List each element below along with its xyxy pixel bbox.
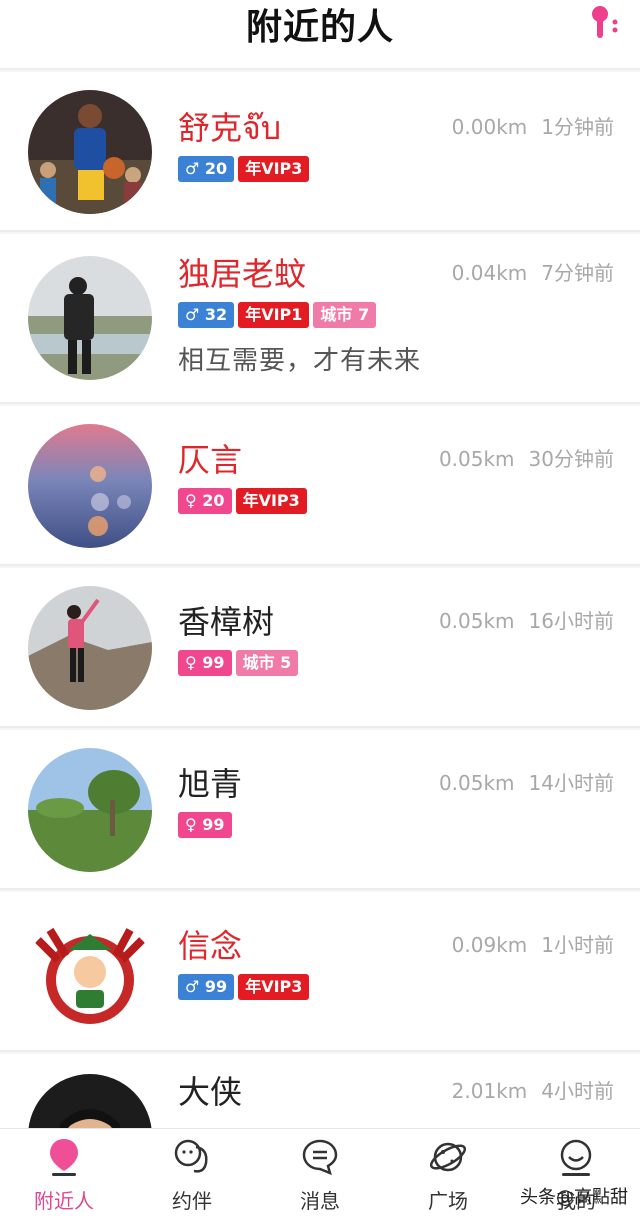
tab-messages[interactable]: 消息 [256, 1129, 384, 1218]
last-active: 16小时前 [528, 609, 614, 633]
user-signature: 相互需要，才有未来 [178, 346, 422, 376]
tab-label: 附近人 [34, 1189, 94, 1213]
distance-time: 0.09km 1小时前 [452, 932, 614, 958]
tab-nearby[interactable]: 附近人 [0, 1129, 128, 1218]
location-pin-icon [50, 1139, 78, 1176]
distance: 0.05km [438, 771, 515, 795]
tab-label: 约伴 [172, 1189, 212, 1213]
avatar[interactable] [28, 424, 152, 548]
tab-label: 消息 [300, 1189, 340, 1213]
tab-plaza[interactable]: 广场 [384, 1129, 512, 1218]
last-active: 30分钟前 [528, 447, 614, 471]
planet-icon [429, 1142, 467, 1172]
user-row[interactable]: 仄言 0.05km 30分钟前 ♀ 20 年VIP3 [0, 406, 640, 566]
vip-badge: 年VIP3 [238, 156, 310, 182]
companions-icon [174, 1139, 208, 1173]
user-row[interactable]: 香樟树 0.05km 16小时前 ♀ 99 城市 5 [0, 568, 640, 728]
avatar[interactable] [28, 748, 152, 872]
last-active: 1分钟前 [541, 115, 614, 139]
tag-row: ♂ 20 年VIP3 [178, 156, 313, 182]
user-row[interactable]: 旭青 0.05km 14小时前 ♀ 99 [0, 730, 640, 890]
chat-bubble-icon [302, 1139, 338, 1176]
last-active: 7分钟前 [541, 261, 614, 285]
watermark-text: 头条@高點甜 [520, 1187, 628, 1208]
city-badge: 城市 7 [313, 302, 377, 328]
tag-row: ♀ 99 城市 5 [178, 650, 302, 676]
tab-label: 广场 [428, 1189, 468, 1213]
tag-row: ♂ 32 年VIP1 城市 7 [178, 302, 380, 328]
tag-row: ♀ 99 [178, 812, 236, 838]
distance-time: 0.00km 1分钟前 [452, 114, 614, 140]
distance: 0.09km [451, 933, 528, 957]
last-active: 14小时前 [528, 771, 614, 795]
distance-time: 0.05km 14小时前 [439, 770, 614, 796]
user-name: 舒克จ๊บ [178, 109, 282, 147]
distance-time: 2.01km 4小时前 [452, 1078, 614, 1104]
distance-time: 0.04km 7分钟前 [452, 260, 614, 286]
user-name: 香樟树 [178, 603, 275, 641]
gender-age-badge: ♂ 32 [178, 302, 235, 328]
tag-row: ♂ 99 年VIP3 [178, 974, 313, 1000]
gender-age-badge: ♂ 20 [178, 156, 235, 182]
user-name: 旭青 [178, 765, 243, 803]
user-name: 仄言 [178, 441, 243, 479]
gender-age-badge: ♀ 99 [178, 812, 232, 838]
distance: 2.01km [451, 1079, 528, 1103]
last-active: 1小时前 [541, 933, 614, 957]
user-name: 独居老蚊 [178, 255, 307, 293]
distance: 0.00km [451, 115, 528, 139]
page-title: 附近的人 [245, 7, 394, 48]
gender-age-badge: ♂ 99 [178, 974, 235, 1000]
filter-icon[interactable] [590, 4, 620, 40]
avatar[interactable] [28, 256, 152, 380]
user-row[interactable]: 独居老蚊 0.04km 7分钟前 ♂ 32 年VIP1 城市 7 相互需要，才有未来 [0, 234, 640, 404]
user-name: 大侠 [178, 1073, 243, 1111]
distance-time: 0.05km 30分钟前 [439, 446, 614, 472]
distance-time: 0.05km 16小时前 [439, 608, 614, 634]
city-badge: 城市 5 [235, 650, 299, 676]
gender-age-badge: ♀ 99 [178, 650, 232, 676]
distance: 0.05km [438, 609, 515, 633]
avatar[interactable] [28, 586, 152, 710]
tag-row: ♀ 20 年VIP3 [178, 488, 311, 514]
user-name: 信念 [178, 927, 243, 965]
vip-badge: 年VIP1 [238, 302, 310, 328]
distance: 0.04km [451, 261, 528, 285]
smiley-icon [560, 1139, 592, 1176]
top-bar: 附近的人 [0, 0, 640, 70]
user-row[interactable]: 舒克จ๊บ 0.00km 1分钟前 ♂ 20 年VIP3 [0, 72, 640, 232]
last-active: 4小时前 [541, 1079, 614, 1103]
avatar[interactable] [28, 910, 152, 1034]
tab-companions[interactable]: 约伴 [128, 1129, 256, 1218]
vip-badge: 年VIP3 [235, 488, 307, 514]
distance: 0.05km [438, 447, 515, 471]
user-row[interactable]: 信念 0.09km 1小时前 ♂ 99 年VIP3 [0, 892, 640, 1052]
avatar[interactable] [28, 90, 152, 214]
vip-badge: 年VIP3 [238, 974, 310, 1000]
gender-age-badge: ♀ 20 [178, 488, 232, 514]
